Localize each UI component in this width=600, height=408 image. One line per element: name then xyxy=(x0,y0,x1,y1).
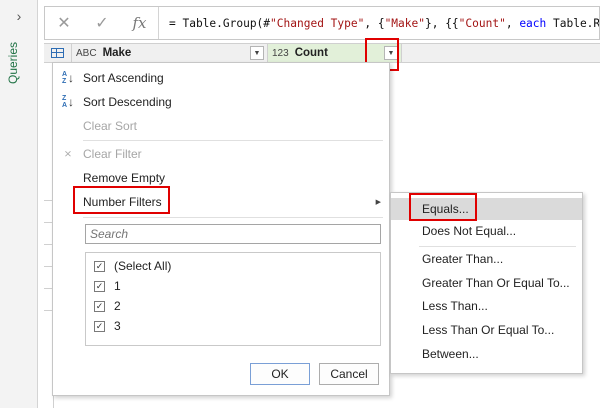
table-icon xyxy=(51,48,64,58)
queries-pane: › Queries xyxy=(0,0,38,408)
menu-sort-ascending[interactable]: A Z ↓ Sort Ascending xyxy=(53,67,389,89)
submenu-item-equals[interactable]: Equals... xyxy=(391,198,582,220)
submenu-item-does-not-equal[interactable]: Does Not Equal... xyxy=(391,220,582,242)
submenu-item-greater-than[interactable]: Greater Than... xyxy=(391,248,582,270)
submenu-item-less-than-or-equal[interactable]: Less Than Or Equal To... xyxy=(391,319,582,341)
submenu-item-less-than[interactable]: Less Than... xyxy=(391,295,582,317)
list-item[interactable]: ✓ 1 xyxy=(94,277,121,295)
filter-values-list: ✓ (Select All) ✓ 1 ✓ 2 ✓ 3 xyxy=(85,252,381,346)
sort-descending-icon: Z A ↓ xyxy=(61,95,75,109)
table-menu-button[interactable] xyxy=(44,44,72,62)
menu-remove-empty[interactable]: Remove Empty xyxy=(53,167,389,189)
menu-separator xyxy=(83,140,383,141)
column-name: Count xyxy=(294,47,328,59)
submenu-item-greater-than-or-equal[interactable]: Greater Than Or Equal To... xyxy=(391,272,582,294)
submenu-item-between[interactable]: Between... xyxy=(391,343,582,365)
menu-clear-sort: Clear Sort xyxy=(83,119,138,133)
checkbox[interactable]: ✓ xyxy=(94,280,105,292)
column-filter-button[interactable]: ▼ xyxy=(384,46,398,60)
column-filter-button[interactable]: ▼ xyxy=(250,46,264,60)
clear-filter-icon: ⨯ xyxy=(63,148,73,160)
checkbox[interactable]: ✓ xyxy=(94,300,105,312)
formula-input[interactable]: = Table.Group(#"Changed Type", {"Make"},… xyxy=(159,17,599,30)
column-header-make[interactable]: ABC Make ▼ xyxy=(72,44,268,62)
submenu-arrow-icon: ▶ xyxy=(375,199,381,206)
chevron-down-icon: ▼ xyxy=(253,49,261,57)
ok-button[interactable]: OK xyxy=(250,363,310,385)
column-name: Make xyxy=(102,47,132,59)
chevron-down-icon: ▼ xyxy=(387,49,395,57)
menu-separator xyxy=(83,217,383,218)
close-icon[interactable]: ✕ xyxy=(45,7,83,39)
checkbox[interactable]: ✓ xyxy=(94,260,105,272)
menu-separator xyxy=(419,246,576,247)
search-input[interactable] xyxy=(85,224,381,244)
sort-ascending-icon: A Z ↓ xyxy=(61,71,75,85)
list-item[interactable]: ✓ 3 xyxy=(94,317,121,335)
menu-number-filters[interactable]: Number Filters ▶ xyxy=(53,191,389,213)
menu-sort-descending[interactable]: Z A ↓ Sort Descending xyxy=(53,91,389,113)
fx-icon[interactable]: fx xyxy=(121,7,159,39)
column-filter-dropdown: A Z ↓ Sort Ascending Z A ↓ Sort Descending C… xyxy=(52,62,390,396)
cancel-button[interactable]: Cancel xyxy=(319,363,379,385)
list-item-select-all[interactable]: ✓ (Select All) xyxy=(94,257,171,275)
chevron-right-icon[interactable]: › xyxy=(11,8,27,24)
checkmark-icon[interactable]: ✓ xyxy=(83,7,121,39)
text-type-icon[interactable]: ABC xyxy=(72,48,103,59)
menu-clear-filter: ⨯ Clear Filter xyxy=(53,143,389,165)
formula-bar: ✕ ✓ fx = Table.Group(#"Changed Type", {"… xyxy=(44,6,600,40)
checkbox[interactable]: ✓ xyxy=(94,320,105,332)
column-header-count[interactable]: 123 Count ▼ xyxy=(268,44,402,62)
list-item[interactable]: ✓ 2 xyxy=(94,297,121,315)
grid-header: ABC Make ▼ 123 Count ▼ xyxy=(44,43,600,63)
number-filters-submenu: Equals... Does Not Equal... Greater Than… xyxy=(390,192,583,374)
number-type-icon[interactable]: 123 xyxy=(268,48,295,59)
